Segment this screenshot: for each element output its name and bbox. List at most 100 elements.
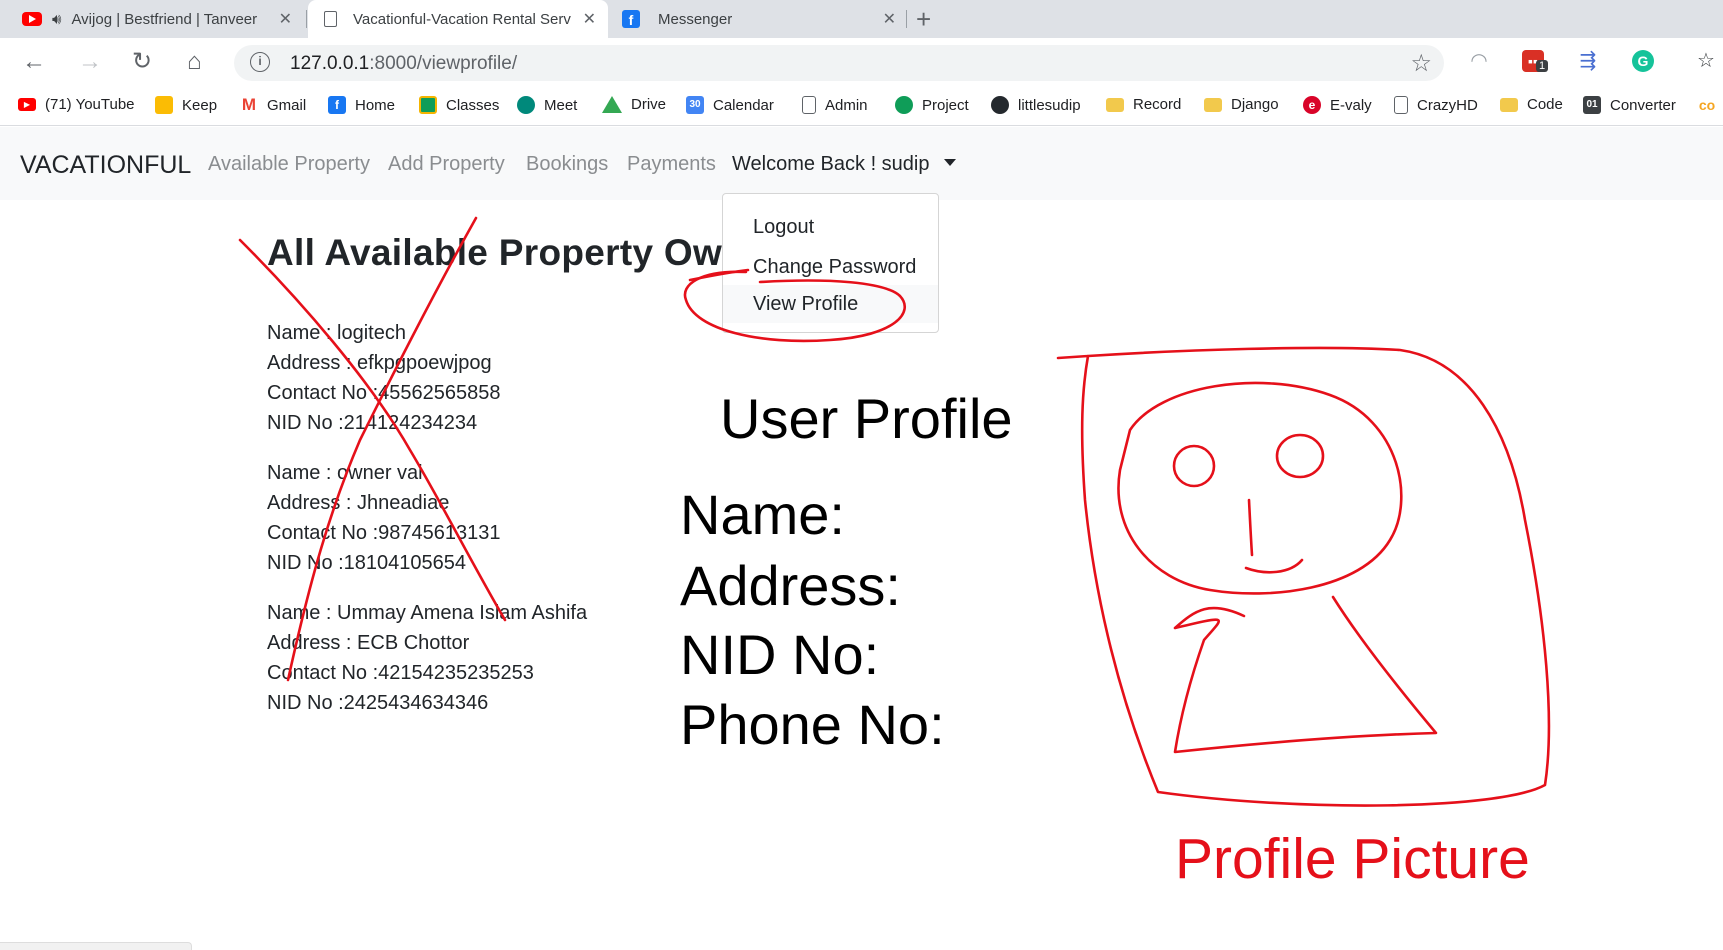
bookmark-littlesudip[interactable]: littlesudip [991,96,1081,114]
forward-icon[interactable]: → [78,48,102,76]
page-icon [324,11,337,27]
youtube-icon: ▶ [18,98,36,111]
tab-title: Vacationful-Vacation Rental Serv [353,10,571,28]
url-host: 127.0.0.1 [290,53,370,74]
close-icon[interactable]: ✕ [883,9,896,29]
address-bar[interactable]: i 127.0.0.1:8000/viewprofile/ ☆ [234,45,1444,81]
bookmark-code[interactable]: Code [1500,96,1563,113]
bookmarks-bar: ▶ (71) YouTube Keep M Gmail f Home Classes … [0,88,1723,126]
nav-bookings[interactable]: Bookings [526,153,608,176]
facebook-icon: f [622,10,640,28]
bookmark-coursera[interactable]: co [1698,96,1723,114]
menu-item-view-profile[interactable]: View Profile [723,285,938,323]
gmail-icon: M [240,95,258,114]
bookmark-youtube[interactable]: ▶ (71) YouTube [18,96,135,113]
menu-item-logout[interactable]: Logout [723,208,938,246]
tab-title: Avijog | Bestfriend | Tanveer [71,10,258,28]
bookmark-label: CrazyHD [1417,96,1478,114]
nav-add-property[interactable]: Add Property [388,153,505,176]
owner-nid: NID No :214124234234 [267,412,478,434]
info-icon[interactable]: i [250,52,270,72]
bookmark-calendar[interactable]: 30 Calendar [686,96,774,114]
bookmark-label: Converter [1610,96,1676,114]
menu-item-change-password[interactable]: Change Password [723,248,938,286]
brand-logo[interactable]: VACATIONFUL [20,151,191,180]
folder-icon [1500,97,1518,112]
coursera-icon: co [1698,97,1716,113]
converter-icon: 01 [1583,96,1601,114]
tab-youtube[interactable]: 🔊︎ Avijog | Bestfriend | Tanveer ✕ [8,0,304,38]
reload-icon[interactable]: ↻ [132,48,152,76]
bookmark-drive[interactable]: Drive [602,96,666,113]
close-icon[interactable]: ✕ [583,9,596,29]
bookmark-home[interactable]: f Home [328,96,395,114]
bookmark-crazyhd[interactable]: CrazyHD [1394,96,1478,114]
bookmark-evaly[interactable]: e E-valy [1303,96,1372,114]
profile-field-nid: NID No: [680,623,880,686]
tab-messenger[interactable]: f Messenger ✕ [612,0,908,38]
folder-icon [1204,97,1222,112]
owner-name: Name : owner vai [267,462,423,484]
browser-tabstrip: 🔊︎ Avijog | Bestfriend | Tanveer ✕ Vacat… [0,0,1723,38]
evaly-icon: e [1303,96,1321,114]
user-menu-toggle[interactable]: Welcome Back ! sudip [732,153,956,176]
owner-contact: Contact No :98745613131 [267,522,501,544]
speaker-icon[interactable]: 🔊︎ [52,11,61,28]
nav-available-property[interactable]: Available Property [208,153,370,176]
bookmark-admin[interactable]: Admin [802,96,868,114]
bookmark-classes[interactable]: Classes [419,96,499,114]
bookmark-keep[interactable]: Keep [155,96,217,114]
new-tab-button[interactable]: + [916,4,931,34]
bookmark-label: Drive [631,96,667,113]
browser-toolbar: ← → ↻ ⌂ i 127.0.0.1:8000/viewprofile/ ☆ … [0,38,1723,88]
nav-payments[interactable]: Payments [627,153,716,176]
bookmark-label: Project [922,96,969,114]
profile-field-phone: Phone No: [680,693,945,756]
extension-badge: 1 [1536,60,1549,72]
bookmark-project[interactable]: Project [895,96,969,114]
calendar-icon: 30 [686,96,704,114]
owner-contact: Contact No :42154235235253 [267,662,534,684]
profile-mockup-title: User Profile [720,387,1013,450]
page-icon [802,96,816,114]
hangouts-icon [895,96,913,114]
bookmark-label: Calendar [713,96,774,114]
bookmark-label: Home [355,96,396,114]
url-text[interactable]: 127.0.0.1:8000/viewprofile/ [290,53,517,75]
folder-icon [1106,97,1124,112]
reading-list-icon[interactable]: ☆ [1695,50,1717,72]
classroom-icon [419,96,437,114]
keep-icon [155,96,173,114]
bookmark-label: Meet [544,96,578,114]
bookmark-meet[interactable]: Meet [517,96,577,114]
bookmark-label: Gmail [267,96,307,114]
bookmark-label: Classes [446,96,500,114]
bookmark-django[interactable]: Django [1204,96,1279,113]
owner-nid: NID No :2425434634346 [267,692,489,714]
face-left-eye [1172,444,1216,488]
extension-gray-icon[interactable]: ◠ [1468,50,1490,72]
bookmark-label: Admin [825,96,868,114]
picture-frame [1056,346,1551,807]
bookmark-star-icon[interactable]: ☆ [1410,49,1432,78]
drive-icon [602,96,622,113]
bookmark-label: E-valy [1330,96,1372,114]
bookmark-record[interactable]: Record [1106,96,1181,113]
github-icon [991,96,1009,114]
owner-address: Address : Jhneadiae [267,492,450,514]
bookmark-label: Record [1133,96,1182,113]
body-outline [1173,595,1438,754]
back-icon[interactable]: ← [22,48,46,76]
face-head [1117,381,1403,595]
extension-share-icon[interactable]: ⇶ [1577,50,1599,72]
bookmark-gmail[interactable]: M Gmail [240,96,306,114]
grammarly-icon[interactable]: G [1632,50,1654,72]
home-icon[interactable]: ⌂ [187,48,202,76]
horizontal-scrollbar[interactable] [0,942,192,950]
face-right-eye [1275,433,1325,479]
close-icon[interactable]: ✕ [279,9,292,29]
bookmark-converter[interactable]: 01 Converter [1583,96,1676,114]
tab-vacationful[interactable]: Vacationful-Vacation Rental Serv ✕ [308,0,608,38]
tab-title: Messenger [658,10,733,28]
user-menu-label: Welcome Back ! sudip [732,153,930,175]
